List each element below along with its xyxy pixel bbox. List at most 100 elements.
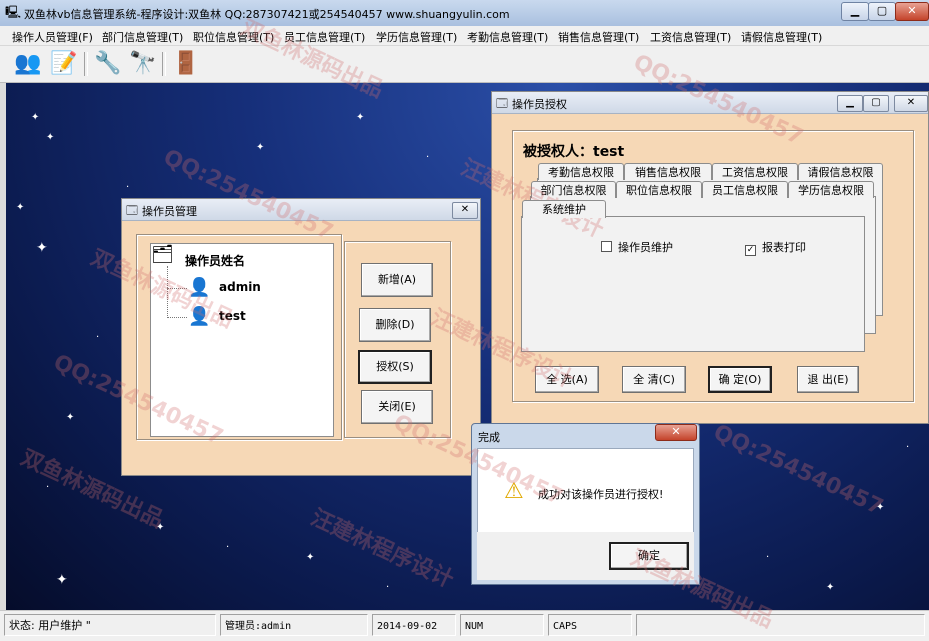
toolbar-separator — [84, 52, 88, 76]
tree-line — [167, 266, 169, 318]
menu-education[interactable]: 学历信息管理(T) — [376, 29, 457, 45]
tab-position-rights[interactable]: 职位信息权限 — [616, 181, 702, 198]
dialog-close-button[interactable]: ✕ — [655, 424, 697, 441]
delete-button[interactable]: 删除(D) — [359, 308, 431, 342]
maximize-button[interactable]: ▢ — [868, 2, 896, 21]
tab-department-rights[interactable]: 部门信息权限 — [531, 181, 616, 198]
tree-item-test[interactable]: test — [219, 309, 246, 323]
grant-button[interactable]: 授权(S) — [358, 350, 432, 384]
star-decoration: ✦ — [306, 552, 315, 563]
clear-all-button[interactable]: 全 清(C) — [622, 366, 686, 393]
operator-window-title: 操作员管理 — [142, 205, 197, 218]
confirm-grant-button[interactable]: 确 定(O) — [708, 366, 772, 393]
toolbar-separator — [162, 52, 166, 76]
star-decoration: ✦ — [256, 142, 265, 153]
tools-icon[interactable]: 🔧 — [92, 49, 124, 79]
close-form-button[interactable]: 关闭(E) — [361, 390, 433, 424]
star-decoration: · — [426, 152, 430, 163]
dialog-title: 完成 — [478, 431, 500, 444]
toolbar: 👥 📝 🔧 🔭 🚪 — [0, 46, 929, 83]
status-num: NUM — [460, 614, 544, 636]
star-decoration: · — [46, 482, 50, 493]
tree-line — [167, 288, 187, 290]
grant-window-minimize-button[interactable]: ▁ — [837, 95, 863, 112]
tree-root-label[interactable]: 操作员姓名 — [185, 252, 245, 269]
menu-attendance[interactable]: 考勤信息管理(T) — [467, 29, 548, 45]
tree-item-admin[interactable]: admin — [219, 280, 261, 294]
checkbox-box[interactable]: ✓ — [745, 245, 756, 256]
tab-page-system — [521, 216, 865, 352]
grant-window-close-button[interactable]: ✕ — [894, 95, 928, 112]
checkbox-label: 操作员维护 — [618, 241, 673, 254]
status-date: 2014-09-02 — [372, 614, 456, 636]
app-title: 双鱼林vb信息管理系统-程序设计:双鱼林 QQ:287307421或254540… — [24, 8, 510, 21]
checkbox-box[interactable] — [601, 241, 612, 252]
tab-sales-rights[interactable]: 销售信息权限 — [624, 163, 712, 180]
star-decoration: ✦ — [156, 522, 165, 533]
menu-employee[interactable]: 员工信息管理(T) — [284, 29, 365, 45]
tab-leave-rights[interactable]: 请假信息权限 — [798, 163, 883, 180]
menu-operator[interactable]: 操作人员管理(F) — [12, 29, 93, 45]
edit-document-icon[interactable]: 📝 — [48, 49, 80, 79]
select-all-button[interactable]: 全 选(A) — [535, 366, 599, 393]
grant-window-title: 操作员授权 — [512, 98, 567, 111]
user-icon: 👤 — [188, 306, 211, 327]
menu-leave[interactable]: 请假信息管理(T) — [741, 29, 822, 45]
tab-employee-rights[interactable]: 员工信息权限 — [702, 181, 788, 198]
star-decoration: · — [766, 552, 770, 563]
status-text: 状态: 用户维护 " — [4, 614, 216, 636]
report-print-checkbox[interactable]: ✓ 报表打印 — [745, 239, 806, 256]
status-num-text: NUM — [465, 621, 484, 632]
status-admin: 管理员:admin — [220, 614, 368, 636]
operator-group-icon: 🗂 — [151, 244, 174, 265]
star-decoration: · — [96, 332, 100, 343]
star-decoration: ✦ — [356, 112, 365, 123]
user-icon: 👤 — [188, 277, 211, 298]
menu-position[interactable]: 职位信息管理(T) — [193, 29, 274, 45]
star-decoration: ✦ — [876, 502, 885, 513]
tab-system-maintenance[interactable]: 系统维护 — [522, 200, 606, 218]
tab-education-rights[interactable]: 学历信息权限 — [788, 181, 874, 198]
status-caps: CAPS — [548, 614, 632, 636]
window-icon: 🗔 — [496, 97, 508, 110]
star-decoration: · — [126, 182, 130, 193]
status-admin-text: 管理员:admin — [225, 621, 292, 632]
exit-grant-button[interactable]: 退 出(E) — [797, 366, 859, 393]
star-decoration: ✦ — [66, 412, 75, 423]
menu-sales[interactable]: 销售信息管理(T) — [558, 29, 639, 45]
menu-salary[interactable]: 工资信息管理(T) — [650, 29, 731, 45]
close-button[interactable]: ✕ — [895, 2, 929, 21]
operator-window-titlebar[interactable]: 🗔 操作员管理 ✕ — [122, 199, 480, 221]
checkbox-label: 报表打印 — [762, 241, 806, 254]
grantee-label: 被授权人：test — [523, 144, 625, 160]
dialog-message: 成功对该操作员进行授权! — [538, 488, 664, 501]
operator-tree[interactable]: 🗂 操作员姓名 👤 admin 👤 test — [150, 243, 334, 437]
tree-line — [167, 317, 187, 319]
menu-department[interactable]: 部门信息管理(T) — [102, 29, 183, 45]
operator-window-close-button[interactable]: ✕ — [452, 202, 478, 219]
binoculars-icon[interactable]: 🔭 — [127, 49, 159, 79]
users-icon[interactable]: 👥 — [12, 49, 44, 79]
app-icon: 🖳 — [5, 5, 22, 19]
star-decoration: ✦ — [46, 132, 55, 143]
star-decoration: · — [226, 542, 230, 553]
minimize-button[interactable]: ▁ — [841, 2, 869, 21]
star-decoration: · — [386, 582, 390, 593]
grant-window-maximize-button[interactable]: ▢ — [863, 95, 889, 112]
star-decoration: ✦ — [56, 572, 68, 588]
status-caps-text: CAPS — [553, 621, 578, 632]
tab-attendance-rights[interactable]: 考勤信息权限 — [538, 163, 624, 180]
main-title-bar[interactable]: 🖳 双鱼林vb信息管理系统-程序设计:双鱼林 QQ:287307421或2545… — [0, 0, 929, 27]
grant-window-titlebar[interactable]: 🗔 操作员授权 ▁ ▢ ✕ — [492, 92, 928, 114]
completion-dialog: 完成 ✕ ⚠ 成功对该操作员进行授权! 确定 — [471, 423, 700, 585]
operator-maintenance-checkbox[interactable]: 操作员维护 — [601, 239, 673, 255]
add-button[interactable]: 新增(A) — [361, 263, 433, 297]
dialog-ok-button[interactable]: 确定 — [609, 542, 689, 570]
status-date-text: 2014-09-02 — [377, 621, 438, 632]
tab-salary-rights[interactable]: 工资信息权限 — [712, 163, 798, 180]
star-decoration: ✦ — [826, 582, 835, 593]
exit-door-icon[interactable]: 🚪 — [170, 49, 202, 79]
star-decoration: · — [906, 442, 910, 453]
warning-icon: ⚠ — [504, 479, 524, 504]
star-decoration: ✦ — [36, 240, 48, 256]
